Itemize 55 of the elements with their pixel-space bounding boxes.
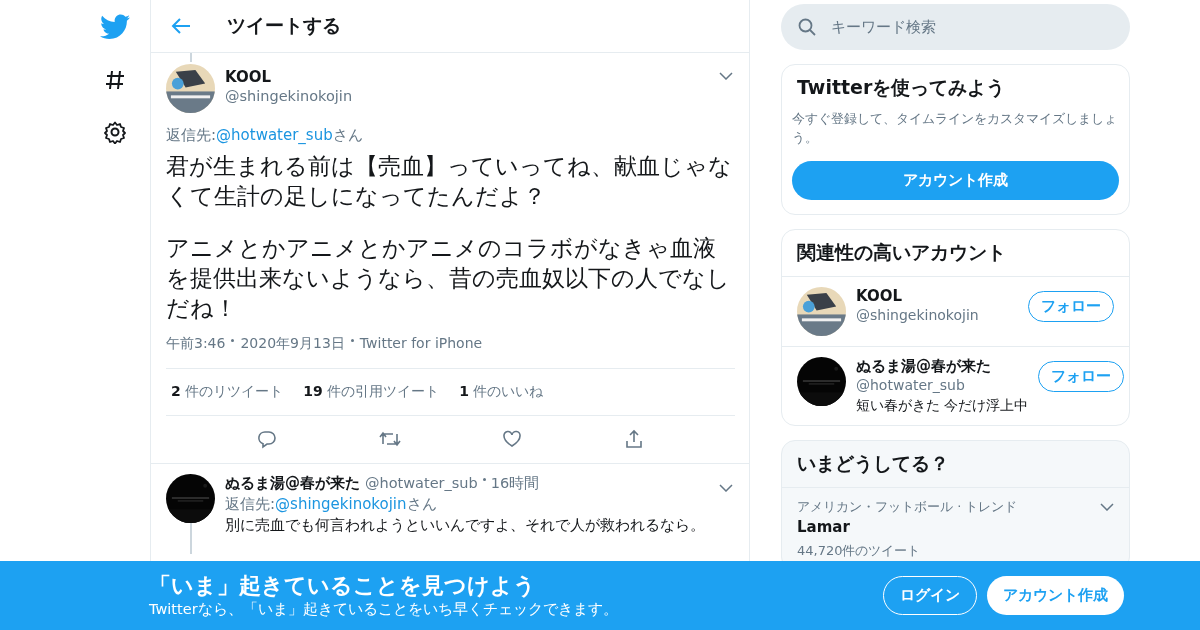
tweet-meta[interactable]: Twitter for iPhone xyxy=(359,335,483,353)
follow-button[interactable]: フォロー xyxy=(1028,291,1114,322)
settings-icon[interactable] xyxy=(103,120,127,144)
card-title: いまどうしてる？ xyxy=(782,441,1129,488)
tweet-time[interactable]: 16時間 xyxy=(490,474,540,493)
banner-title: 「いま」起きていることを見つけよう xyxy=(149,572,537,600)
honorific-text: さん xyxy=(406,495,437,513)
chevron-down-icon[interactable] xyxy=(719,483,733,492)
user-handle[interactable]: @shingekinokojin xyxy=(856,306,1018,325)
user-bio: 短い春がきた 今だけ浮上中 xyxy=(856,397,1029,415)
tweet-count: 44,720件のツイート xyxy=(797,542,922,560)
reply-to-label: 返信先: xyxy=(225,495,276,513)
trend-name[interactable]: Lamar xyxy=(797,518,1114,536)
card-text: 今すぐ登録して、タイムラインをカスタマイズしましょう。 xyxy=(792,110,1118,147)
card-title: Twitterを使ってみよう xyxy=(796,75,1007,100)
search-field[interactable]: キーワード検索 xyxy=(781,4,1130,50)
page-title: ツイートする xyxy=(227,13,341,38)
separator-dot xyxy=(482,478,486,481)
user-name[interactable]: KOOL xyxy=(225,68,353,87)
honorific-text: さん xyxy=(332,126,363,144)
tweet-meta: 午前3:46 xyxy=(166,335,226,353)
card-title: 関連性の高いアカウント xyxy=(782,230,1129,277)
back-arrow-icon[interactable] xyxy=(171,17,191,35)
reply-text: 別に売血でも何言われようといいんですよ、それで人が救われるなら。 xyxy=(225,516,706,535)
stat-link[interactable]: 19 件の引用ツイート xyxy=(303,383,440,401)
user-name[interactable]: ぬるま湯@春が来た xyxy=(225,474,360,493)
tweet-meta: 2020年9月13日 xyxy=(240,335,345,353)
share-icon[interactable] xyxy=(624,429,645,449)
signup-button[interactable]: アカウント作成 xyxy=(792,161,1119,200)
signup-button[interactable]: アカウント作成 xyxy=(987,576,1124,615)
mention-link[interactable]: @hotwater_sub xyxy=(216,126,333,144)
reply-to-label: 返信先: xyxy=(166,126,217,144)
chevron-down-icon[interactable] xyxy=(1100,503,1114,511)
separator-dot xyxy=(231,338,235,342)
reply-icon[interactable] xyxy=(256,429,277,449)
tweet-text: アニメとかアニメとかアニメのコラボがなきゃ血液を提供出来ないようなら、昔の売血奴以下の人でなしだね！ xyxy=(166,234,731,323)
follow-button[interactable]: フォロー xyxy=(1038,361,1125,392)
user-handle[interactable]: @hotwater_sub xyxy=(856,376,1029,395)
bird-logo-icon[interactable] xyxy=(100,14,130,40)
tweet-text: 君が生まれる前は【売血】っていってね、献血じゃなくて生計の足しになってたんだよ？ xyxy=(166,152,733,211)
separator-dot xyxy=(350,338,354,342)
user-name[interactable]: KOOL xyxy=(856,287,1018,306)
heart-icon[interactable] xyxy=(502,429,523,449)
chevron-down-icon[interactable] xyxy=(719,72,733,80)
banner-text: Twitterなら、「いま」起きていることをいち早くチェックできます。 xyxy=(149,600,619,619)
stat-link[interactable]: 2 件のリツイート xyxy=(171,383,284,401)
login-button[interactable]: ログイン xyxy=(883,576,977,615)
retweet-icon[interactable] xyxy=(378,429,401,449)
hashtag-icon[interactable] xyxy=(103,68,127,92)
stat-link[interactable]: 1 件のいいね xyxy=(459,383,544,401)
user-name[interactable]: ぬるま湯@春が来た xyxy=(856,357,1029,376)
trend-context: アメリカン・フットボール · トレンド xyxy=(797,498,1018,516)
user-handle[interactable]: @shingekinokojin xyxy=(225,87,353,106)
mention-link[interactable]: @shingekinokojin xyxy=(275,495,407,513)
user-handle[interactable]: @hotwater_sub xyxy=(365,474,478,493)
